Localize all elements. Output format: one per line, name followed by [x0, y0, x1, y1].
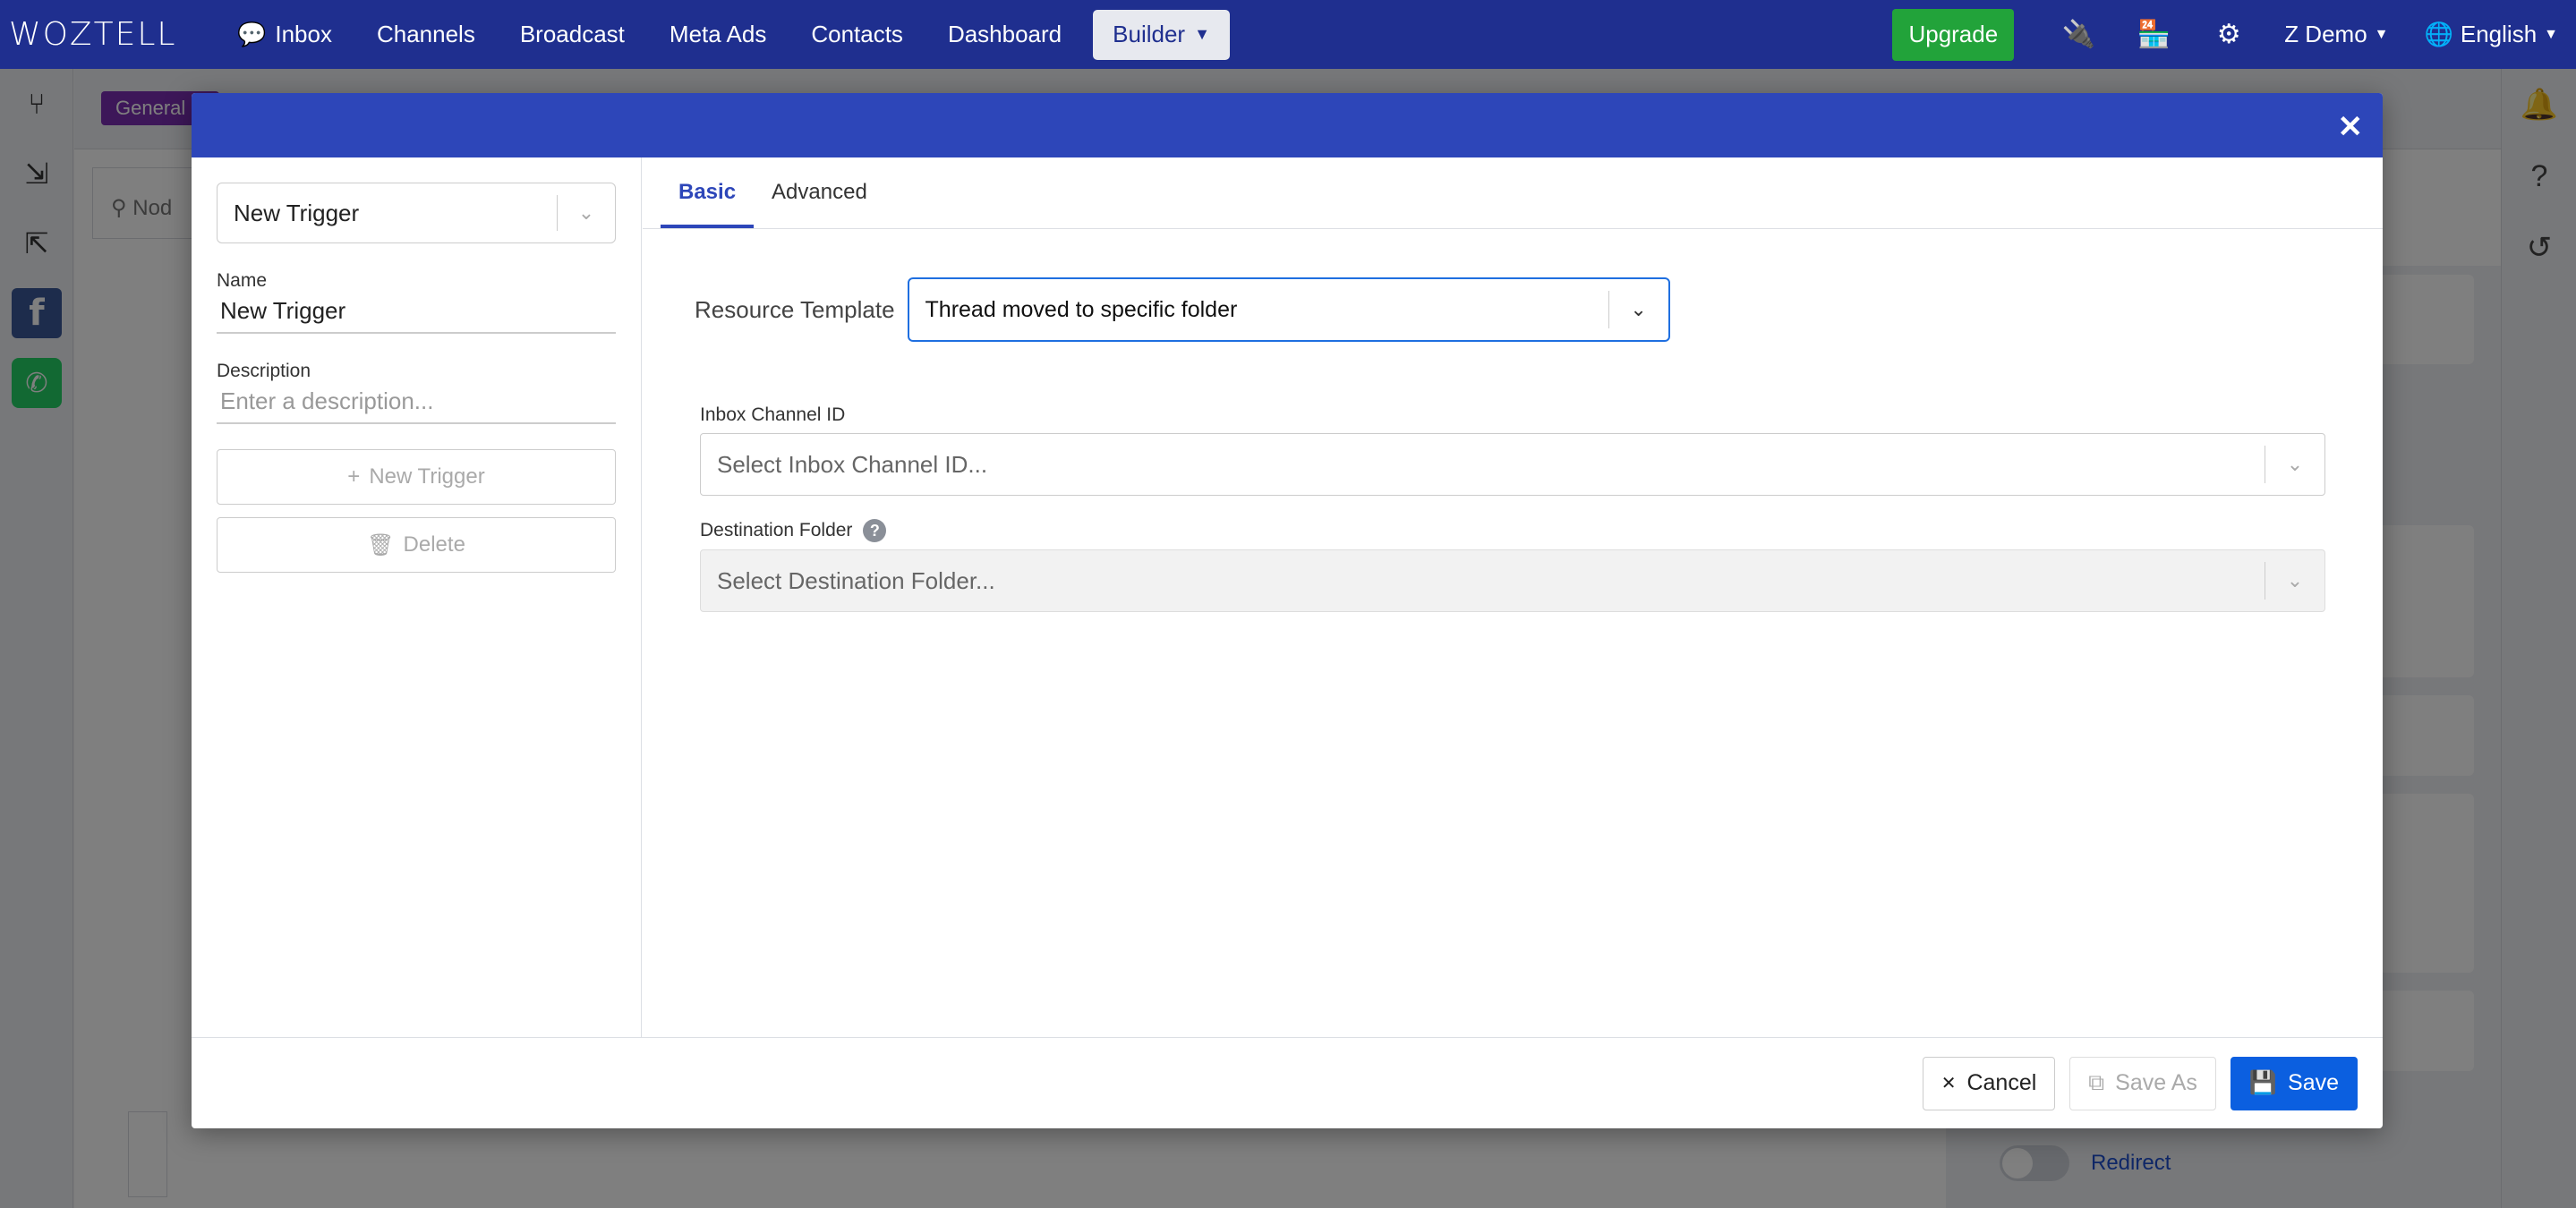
- destination-folder-group: Destination Folder ? Select Destination …: [700, 519, 2325, 612]
- name-field[interactable]: New Trigger: [217, 292, 616, 334]
- chevron-down-icon[interactable]: ⌄: [2265, 569, 2324, 592]
- nav-builder-label: Builder: [1113, 21, 1186, 47]
- nav-dashboard[interactable]: Dashboard: [925, 0, 1084, 69]
- inbox-channel-group: Inbox Channel ID Select Inbox Channel ID…: [700, 404, 2325, 496]
- destination-folder-select[interactable]: Select Destination Folder... ⌄: [700, 549, 2325, 612]
- save-as-button[interactable]: ⧉ Save As: [2069, 1056, 2216, 1110]
- trigger-select-value: New Trigger: [234, 199, 360, 226]
- woztell-logo[interactable]: WOZTELL: [9, 16, 188, 53]
- tab-basic[interactable]: Basic: [661, 180, 755, 228]
- name-label: Name: [217, 270, 268, 291]
- modal-header: ✕: [192, 93, 2383, 157]
- trigger-modal: ✕ New Trigger ⌄ Name New Trigger Descrip…: [192, 93, 2383, 1128]
- plug-icon[interactable]: 🔌: [2041, 19, 2116, 50]
- plus-icon: +: [347, 464, 361, 489]
- chat-icon: 💬: [237, 21, 267, 47]
- trigger-settings-panel: Basic Advanced Resource Template Thread …: [643, 157, 2383, 1038]
- save-label: Save: [2288, 1070, 2339, 1095]
- top-navbar: WOZTELL 💬 Inbox Channels Broadcast Meta …: [0, 0, 2576, 69]
- trash-icon: 🗑: [367, 532, 395, 557]
- nav-broadcast[interactable]: Broadcast: [498, 0, 647, 69]
- language-label: English: [2460, 21, 2538, 47]
- close-icon[interactable]: ✕: [2338, 109, 2364, 145]
- user-menu[interactable]: Z Demo ▼: [2266, 21, 2406, 48]
- user-name: Z Demo: [2284, 21, 2367, 47]
- chevron-down-icon[interactable]: ⌄: [558, 201, 615, 225]
- nav-channels[interactable]: Channels: [354, 0, 498, 69]
- nav-builder[interactable]: Builder ▼: [1093, 9, 1230, 60]
- nav-inbox-label: Inbox: [275, 21, 332, 47]
- close-icon: ✕: [1941, 1074, 1957, 1093]
- nav-inbox[interactable]: 💬 Inbox: [215, 0, 354, 69]
- cancel-label: Cancel: [1966, 1070, 2037, 1095]
- new-trigger-label: New Trigger: [369, 464, 485, 489]
- destination-folder-label-text: Destination Folder: [700, 520, 853, 540]
- trigger-list-panel: New Trigger ⌄ Name New Trigger Descripti…: [192, 157, 642, 1038]
- nav-contacts[interactable]: Contacts: [789, 0, 925, 69]
- language-menu[interactable]: 🌐 English ▼: [2407, 21, 2576, 48]
- floppy-icon: 💾: [2248, 1070, 2278, 1095]
- upgrade-button[interactable]: Upgrade: [1892, 8, 2015, 61]
- delete-button[interactable]: 🗑 Delete: [217, 517, 616, 573]
- modal-body: New Trigger ⌄ Name New Trigger Descripti…: [192, 157, 2383, 1038]
- destination-folder-placeholder: Select Destination Folder...: [717, 566, 995, 594]
- tab-advanced[interactable]: Advanced: [754, 180, 885, 228]
- destination-folder-label: Destination Folder ?: [700, 519, 2325, 542]
- cancel-button[interactable]: ✕ Cancel: [1922, 1056, 2056, 1110]
- main-nav: 💬 Inbox Channels Broadcast Meta Ads Cont…: [215, 0, 1230, 69]
- resource-template-select[interactable]: Thread moved to specific folder ⌄: [907, 277, 1670, 342]
- save-as-label: Save As: [2115, 1070, 2197, 1095]
- inbox-channel-label-text: Inbox Channel ID: [700, 404, 846, 425]
- resource-template-value: Thread moved to specific folder: [925, 296, 1238, 322]
- caret-down-icon: ▼: [2374, 26, 2389, 42]
- inbox-channel-placeholder: Select Inbox Channel ID...: [717, 450, 988, 478]
- nav-right: Upgrade 🔌 🏪 ⚙ Z Demo ▼ 🌐 English ▼: [1892, 0, 2576, 69]
- resource-template-row: Resource Template Thread moved to specif…: [695, 277, 1670, 342]
- chevron-down-icon[interactable]: ⌄: [1609, 298, 1668, 321]
- description-field[interactable]: Enter a description...: [217, 382, 616, 424]
- inbox-channel-select[interactable]: Select Inbox Channel ID... ⌄: [700, 433, 2325, 496]
- description-label: Description: [217, 361, 311, 381]
- nav-meta-ads[interactable]: Meta Ads: [647, 0, 789, 69]
- caret-down-icon: ▼: [2544, 26, 2558, 42]
- save-button[interactable]: 💾 Save: [2230, 1056, 2358, 1110]
- tab-bar: Basic Advanced: [643, 157, 2383, 229]
- chevron-down-icon[interactable]: ⌄: [2265, 453, 2324, 476]
- copy-icon: ⧉: [2088, 1070, 2105, 1095]
- question-icon[interactable]: ?: [863, 519, 887, 542]
- globe-icon: 🌐: [2424, 21, 2453, 47]
- gear-icon[interactable]: ⚙: [2191, 19, 2266, 50]
- modal-footer: ✕ Cancel ⧉ Save As 💾 Save: [192, 1037, 2383, 1128]
- caret-down-icon: ▼: [1194, 25, 1210, 43]
- new-trigger-button[interactable]: + New Trigger: [217, 449, 616, 505]
- inbox-channel-label: Inbox Channel ID: [700, 404, 2325, 426]
- resource-template-label: Resource Template: [695, 295, 895, 323]
- trigger-select[interactable]: New Trigger ⌄: [217, 183, 616, 243]
- store-icon[interactable]: 🏪: [2116, 19, 2191, 50]
- delete-label: Delete: [403, 532, 465, 557]
